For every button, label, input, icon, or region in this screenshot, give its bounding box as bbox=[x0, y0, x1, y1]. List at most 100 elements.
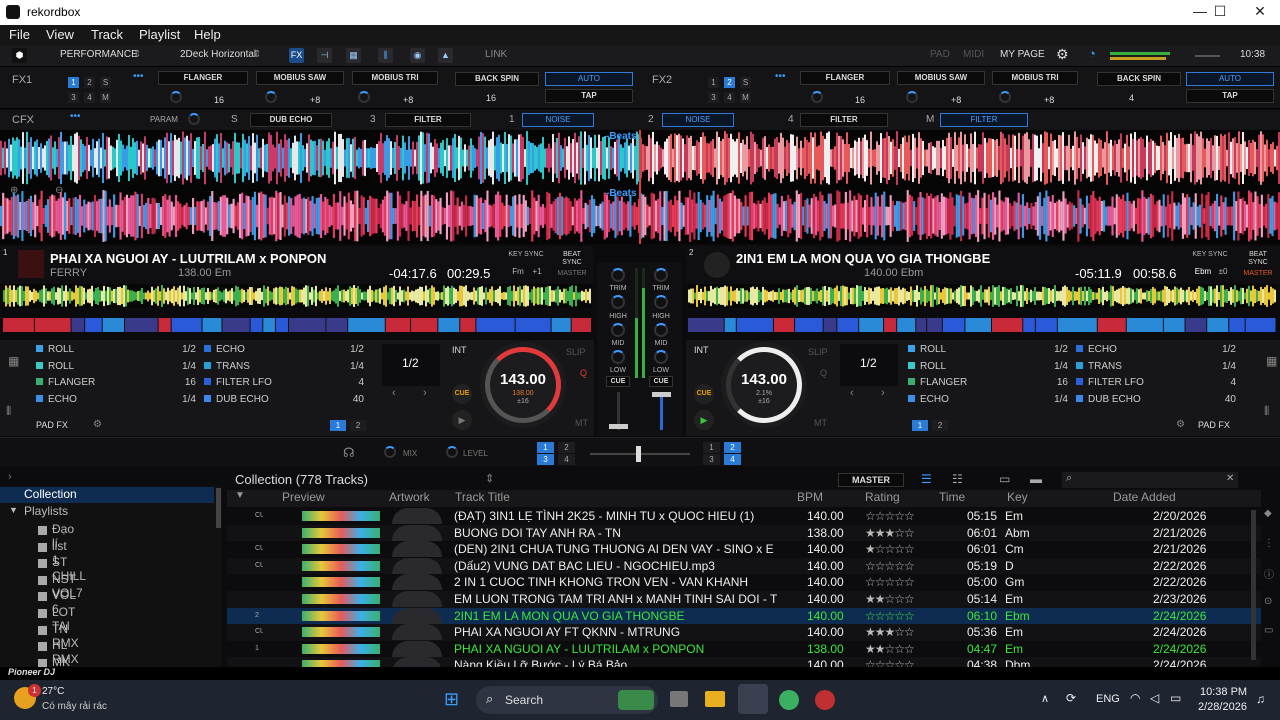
deck2-waveform-icon[interactable]: ⦀ bbox=[1264, 404, 1269, 419]
fx2-knob1[interactable] bbox=[811, 91, 823, 103]
row-preview-wave[interactable] bbox=[302, 627, 380, 638]
pad-6[interactable]: TRANS 1/4 bbox=[1076, 361, 1240, 376]
pad-2[interactable]: ROLL 1/4 bbox=[908, 361, 1072, 376]
tree-scrollbar[interactable] bbox=[216, 488, 221, 528]
search-clear-icon[interactable]: ✕ bbox=[1226, 473, 1234, 484]
fx2-sampler[interactable]: S bbox=[740, 77, 751, 88]
fx1-tap-button[interactable]: TAP bbox=[545, 89, 633, 103]
table-row[interactable]: 1 PHAI XA NGUOI AY - LUUTRILAM x PONPON 13… bbox=[227, 640, 1261, 658]
rekordbox-menu-icon[interactable]: ⬢ bbox=[12, 48, 27, 63]
fx2-slot1[interactable]: FLANGER bbox=[800, 71, 890, 85]
zoom-in-icon[interactable]: ⊕ bbox=[10, 185, 18, 196]
xf-assign-4[interactable]: 4 bbox=[558, 454, 575, 465]
deck1-master[interactable]: MASTER bbox=[554, 270, 590, 278]
fx2-slot3[interactable]: MOBIUS TRI bbox=[992, 71, 1078, 85]
pad-button[interactable]: PAD bbox=[930, 49, 950, 60]
table-row[interactable]: EM LUON TRONG TAM TRI ANH x MANH TINH SA… bbox=[227, 591, 1261, 608]
row-rating[interactable]: ★☆☆☆☆ bbox=[865, 542, 914, 556]
menu-help[interactable]: Help bbox=[194, 27, 221, 42]
pad-6[interactable]: TRANS 1/4 bbox=[204, 361, 368, 376]
deck2-jump-back-icon[interactable]: ‹ bbox=[850, 387, 854, 399]
menu-track[interactable]: Track bbox=[91, 27, 123, 42]
side-tag-icon[interactable]: ◆ bbox=[1264, 508, 1272, 519]
pad-3[interactable]: FLANGER 16 bbox=[908, 377, 1072, 392]
side-link-icon[interactable]: ⊙ bbox=[1264, 596, 1272, 607]
pad-1[interactable]: ROLL 1/2 bbox=[908, 344, 1072, 359]
deck2-master[interactable]: MASTER bbox=[1240, 270, 1276, 278]
table-row[interactable]: BUONG DOI TAY ANH RA - TN 138.00 06:01 Abm 2… bbox=[227, 524, 1261, 542]
notification-bell-icon[interactable]: ♫ bbox=[1256, 692, 1265, 706]
row-preview-wave[interactable] bbox=[302, 643, 380, 654]
row-rating[interactable]: ☆☆☆☆☆ bbox=[865, 609, 914, 623]
table-row[interactable]: CUE (DEN) 2IN1 CHUA TUNG THUONG AI DEN VA… bbox=[227, 541, 1261, 558]
cfx-slot6[interactable]: FILTER bbox=[940, 113, 1028, 127]
fx2-slot2[interactable]: MOBIUS SAW bbox=[897, 71, 985, 85]
fx1-deck1[interactable]: 1 bbox=[68, 77, 79, 88]
deck1-beatsync[interactable]: BEAT SYNC bbox=[556, 251, 588, 267]
detail-view-icon[interactable]: ☷ bbox=[952, 472, 963, 486]
xf-assign-7[interactable]: 3 bbox=[703, 454, 720, 465]
row-rating[interactable]: ☆☆☆☆☆ bbox=[865, 559, 914, 573]
fx1-auto-button[interactable]: AUTO bbox=[545, 72, 633, 86]
table-row[interactable]: 2 2IN1 EM LA MON QUA VO GIA THONGBE 140.00… bbox=[227, 607, 1261, 625]
fx1-deck4[interactable]: 4 bbox=[84, 92, 95, 103]
tray-sync-icon[interactable]: ⟳ bbox=[1066, 691, 1076, 705]
deck1-keysync[interactable]: KEY SYNC bbox=[508, 251, 544, 259]
fx1-knob2[interactable] bbox=[265, 91, 277, 103]
col-artwork[interactable]: Artwork bbox=[389, 490, 430, 507]
pad-5[interactable]: ECHO 1/2 bbox=[1076, 344, 1240, 359]
ch2-trim-knob[interactable] bbox=[654, 268, 668, 282]
ch2-mid-knob[interactable] bbox=[654, 323, 668, 337]
deck2-page1[interactable]: 1 bbox=[912, 420, 928, 431]
fx2-auto-button[interactable]: AUTO bbox=[1186, 72, 1274, 86]
cfx-slot5[interactable]: FILTER bbox=[800, 113, 888, 127]
menu-view[interactable]: View bbox=[46, 27, 74, 42]
col-preview[interactable]: Preview bbox=[282, 490, 325, 507]
col-time[interactable]: Time bbox=[939, 490, 965, 507]
deck1-quantize[interactable]: Q bbox=[580, 368, 587, 378]
col-rating[interactable]: Rating bbox=[865, 490, 900, 507]
pad-2[interactable]: ROLL 1/4 bbox=[36, 361, 200, 376]
row-rating[interactable]: ☆☆☆☆☆ bbox=[865, 575, 914, 589]
pad-7[interactable]: FILTER LFO 4 bbox=[1076, 377, 1240, 392]
waveform-display[interactable]: -Beats -Beats ⊕ ⊖ bbox=[0, 130, 1280, 244]
browser-expand-icon[interactable]: › bbox=[8, 471, 12, 483]
cfx-slot2[interactable]: FILTER bbox=[385, 113, 471, 127]
crossfader[interactable] bbox=[590, 446, 690, 462]
xf-assign-6[interactable]: 2 bbox=[724, 442, 741, 453]
ch1-low-knob[interactable] bbox=[611, 350, 625, 364]
deck1-page2[interactable]: 2 bbox=[350, 420, 366, 431]
ch2-low-knob[interactable] bbox=[654, 350, 668, 364]
deck1-slip[interactable]: SLIP bbox=[566, 347, 586, 357]
fx1-slot3[interactable]: MOBIUS TRI bbox=[352, 71, 438, 85]
deck1-jump-fwd-icon[interactable]: › bbox=[423, 387, 427, 399]
fx2-deck1[interactable]: 1 bbox=[708, 77, 719, 88]
fx1-deck3[interactable]: 3 bbox=[68, 92, 79, 103]
col-title[interactable]: Track Title bbox=[455, 490, 510, 507]
volume-icon[interactable]: ◁ bbox=[1150, 691, 1159, 705]
fx2-knob3[interactable] bbox=[999, 91, 1011, 103]
sampler-icon[interactable]: ⊣ bbox=[317, 48, 332, 63]
deck1-grid-icon[interactable]: ▦ bbox=[8, 354, 19, 368]
filter-icon[interactable]: ▼ bbox=[235, 490, 245, 507]
row-rating[interactable]: ★★☆☆☆ bbox=[865, 592, 914, 606]
search-input[interactable] bbox=[1062, 472, 1238, 488]
ch2-fader[interactable] bbox=[652, 392, 671, 430]
deck2-grid-icon[interactable]: ▦ bbox=[1266, 354, 1277, 368]
row-preview-wave[interactable] bbox=[302, 577, 380, 588]
close-icon[interactable]: ✕ bbox=[1240, 3, 1280, 20]
tray-chevron-icon[interactable]: ∧ bbox=[1041, 692, 1049, 705]
deck1-cue-button[interactable]: CUE bbox=[452, 384, 472, 404]
row-rating[interactable]: ☆☆☆☆☆ bbox=[865, 509, 914, 523]
deck1-jog[interactable]: 143.00 138.00 ±16 bbox=[480, 342, 566, 428]
deck1-padfx-label[interactable]: PAD FX bbox=[36, 420, 68, 430]
ch1-trim-knob[interactable] bbox=[611, 268, 625, 282]
layout-select[interactable]: 2Deck Horizontal bbox=[180, 49, 256, 60]
xf-assign-5[interactable]: 1 bbox=[703, 442, 720, 453]
table-row[interactable]: CUE (Dấu2) VUNG DAT BAC LIEU - NGOCHIEU.m… bbox=[227, 557, 1261, 575]
ch1-fader[interactable] bbox=[609, 392, 628, 430]
pad-5[interactable]: ECHO 1/2 bbox=[204, 344, 368, 359]
fx2-knob2[interactable] bbox=[906, 91, 918, 103]
col-bpm[interactable]: BPM bbox=[797, 490, 823, 507]
language-indicator[interactable]: ENG bbox=[1096, 693, 1120, 705]
